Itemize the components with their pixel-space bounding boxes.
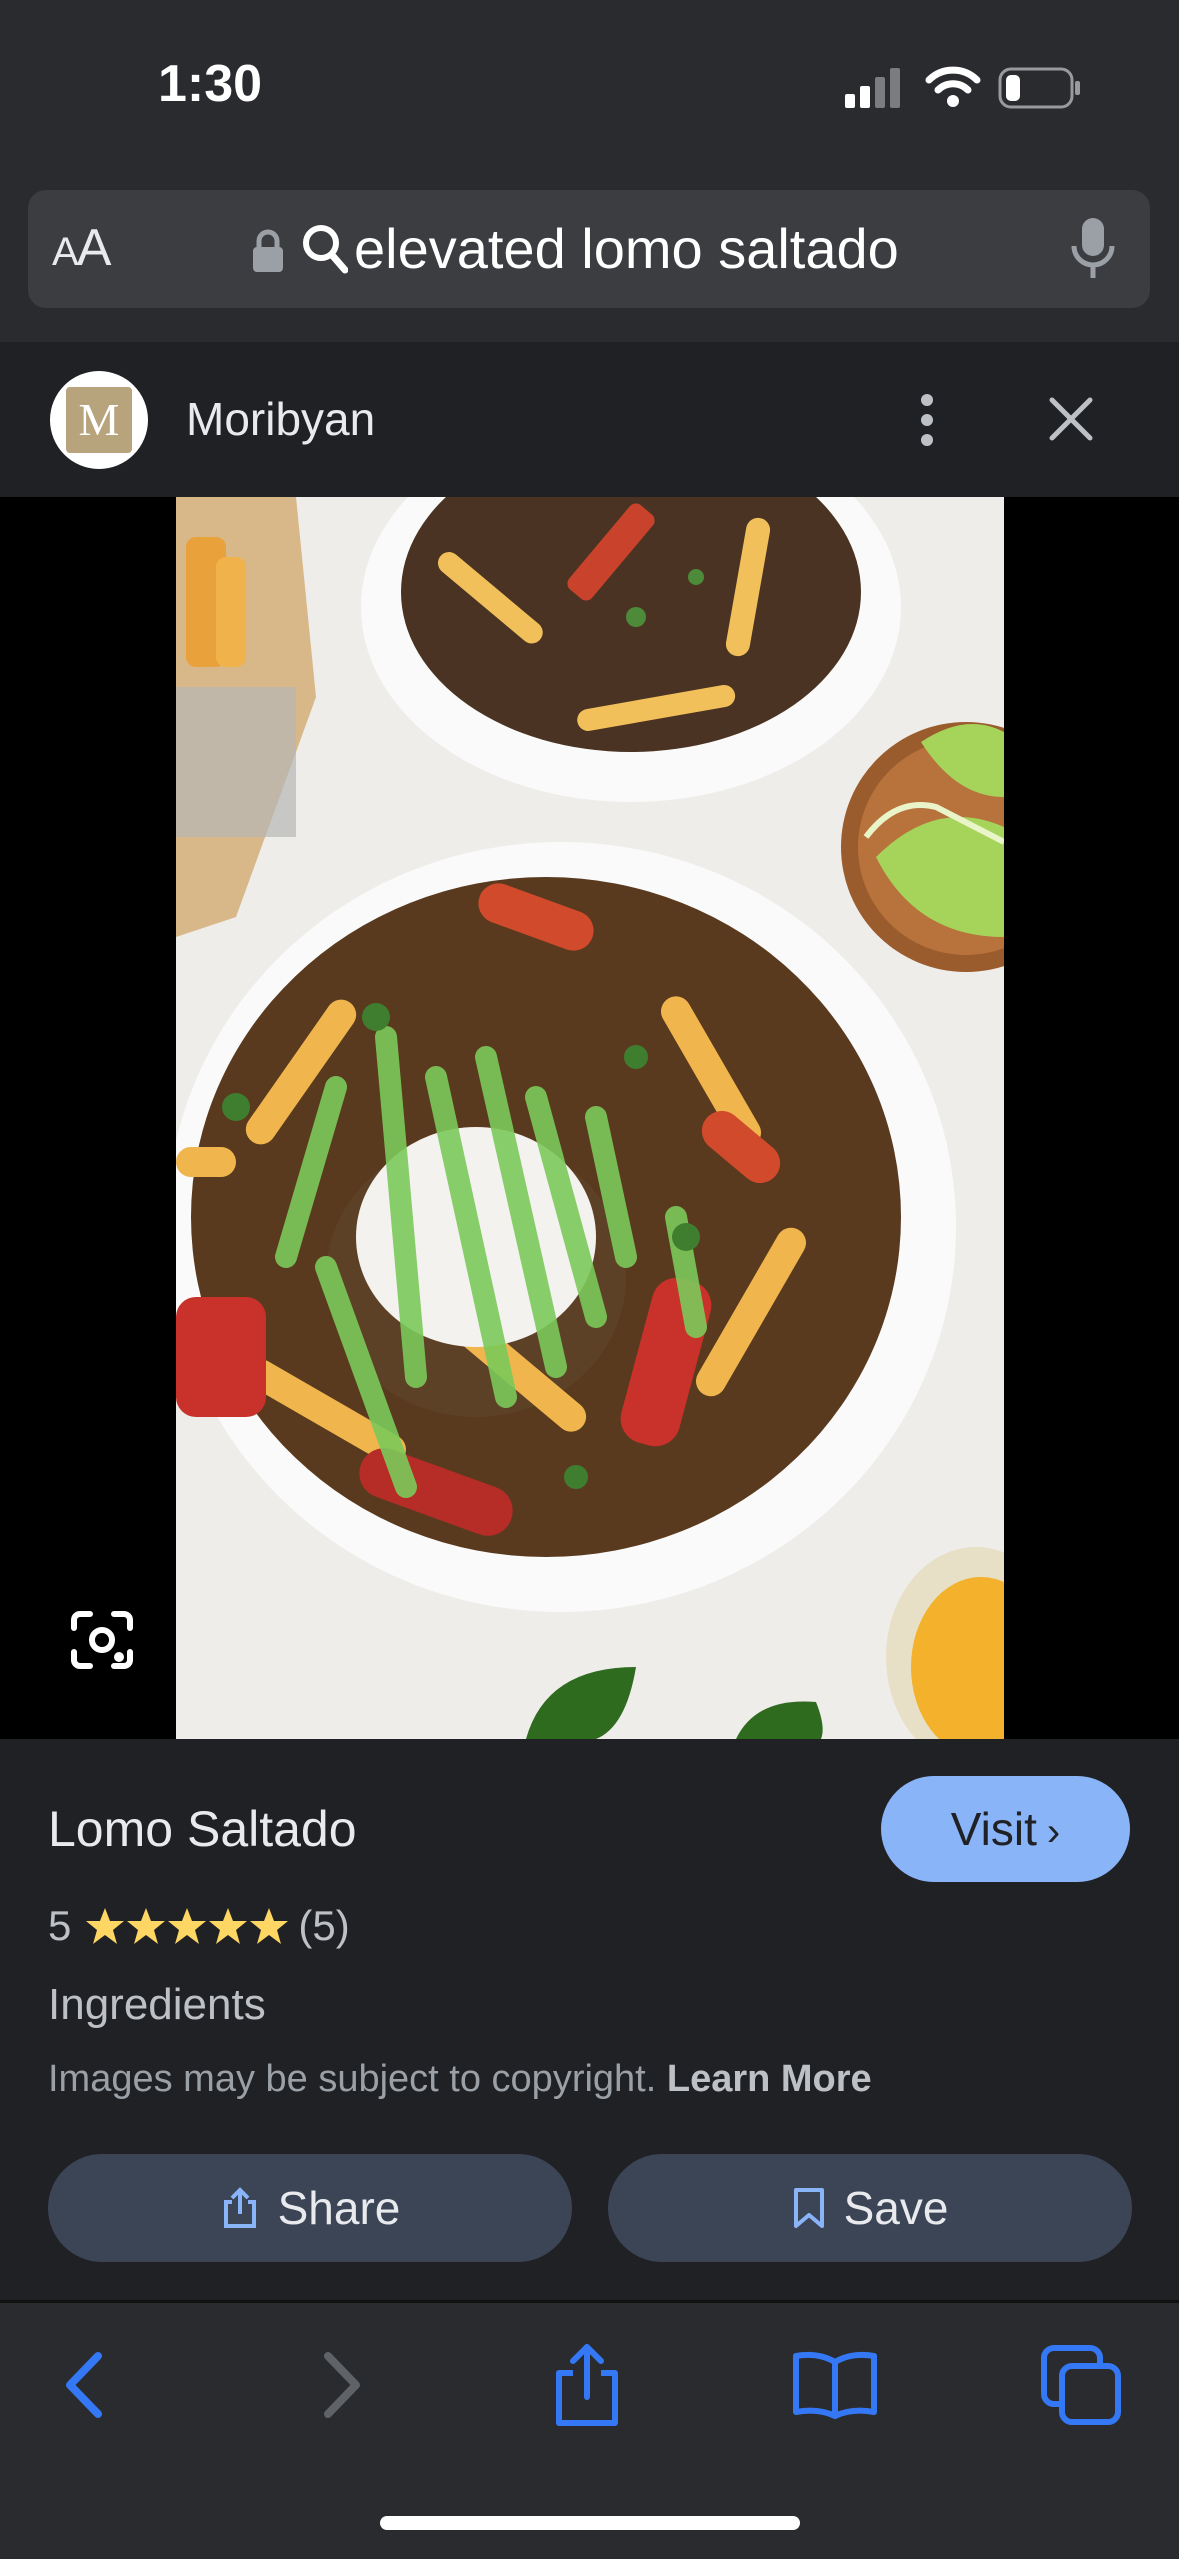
- cellular-signal-icon: [845, 68, 900, 108]
- google-lens-icon[interactable]: [70, 1610, 134, 1670]
- chevron-right-icon: [324, 2352, 360, 2418]
- forward-button[interactable]: [296, 2340, 386, 2430]
- rating-value: 5: [48, 1902, 72, 1949]
- rating-count: (5): [298, 1902, 350, 1949]
- tabs-icon: [1041, 2345, 1121, 2425]
- reader-settings-button[interactable]: AA: [52, 218, 111, 278]
- back-button[interactable]: [40, 2340, 130, 2430]
- search-icon: [303, 225, 348, 274]
- rating: 5 (5): [48, 1902, 350, 1950]
- share-icon: [556, 2344, 618, 2426]
- microphone-icon[interactable]: [1070, 216, 1116, 282]
- share-label: Share: [277, 2182, 401, 2234]
- open-book-icon: [793, 2351, 877, 2419]
- bookmarks-button[interactable]: [790, 2340, 880, 2430]
- star-icon: [168, 1908, 207, 1944]
- star-icon: [209, 1908, 248, 1944]
- star-icon: [250, 1908, 289, 1944]
- star-icon: [127, 1908, 166, 1944]
- source-logo-mark: M: [66, 387, 132, 453]
- chevron-left-icon: [66, 2352, 102, 2418]
- wifi-icon: [925, 66, 981, 107]
- more-options-icon[interactable]: [912, 392, 942, 448]
- share-icon: [223, 2187, 256, 2228]
- source-header: [0, 342, 1179, 497]
- copyright-text: Images may be subject to copyright.: [48, 2058, 657, 2100]
- star-icon: [86, 1908, 125, 1944]
- tabs-button[interactable]: [1036, 2340, 1126, 2430]
- home-indicator: [380, 2516, 800, 2530]
- save-button[interactable]: Save: [608, 2154, 1132, 2262]
- status-time: 1:30: [158, 55, 263, 113]
- bookmark-icon: [793, 2188, 824, 2228]
- chevron-right-icon: ›: [1046, 1810, 1061, 1854]
- search-query[interactable]: elevated lomo saltado: [354, 216, 899, 281]
- result-title: Lomo Saltado: [48, 1801, 357, 1857]
- ingredients-label: Ingredients: [48, 1980, 266, 2029]
- share-sheet-button[interactable]: [542, 2340, 632, 2430]
- rating-stars: [85, 1906, 290, 1946]
- recipe-photo[interactable]: [176, 497, 1004, 1739]
- copyright-notice: Images may be subject to copyright. Lear…: [48, 2058, 872, 2101]
- share-button[interactable]: Share: [48, 2154, 572, 2262]
- lock-icon: [253, 229, 283, 272]
- close-icon[interactable]: [1046, 394, 1096, 444]
- save-label: Save: [843, 2182, 949, 2234]
- visit-button[interactable]: Visit ›: [881, 1776, 1130, 1882]
- battery-icon: [998, 67, 1080, 109]
- learn-more-link[interactable]: Learn More: [667, 2058, 872, 2100]
- source-name[interactable]: Moribyan: [186, 392, 375, 446]
